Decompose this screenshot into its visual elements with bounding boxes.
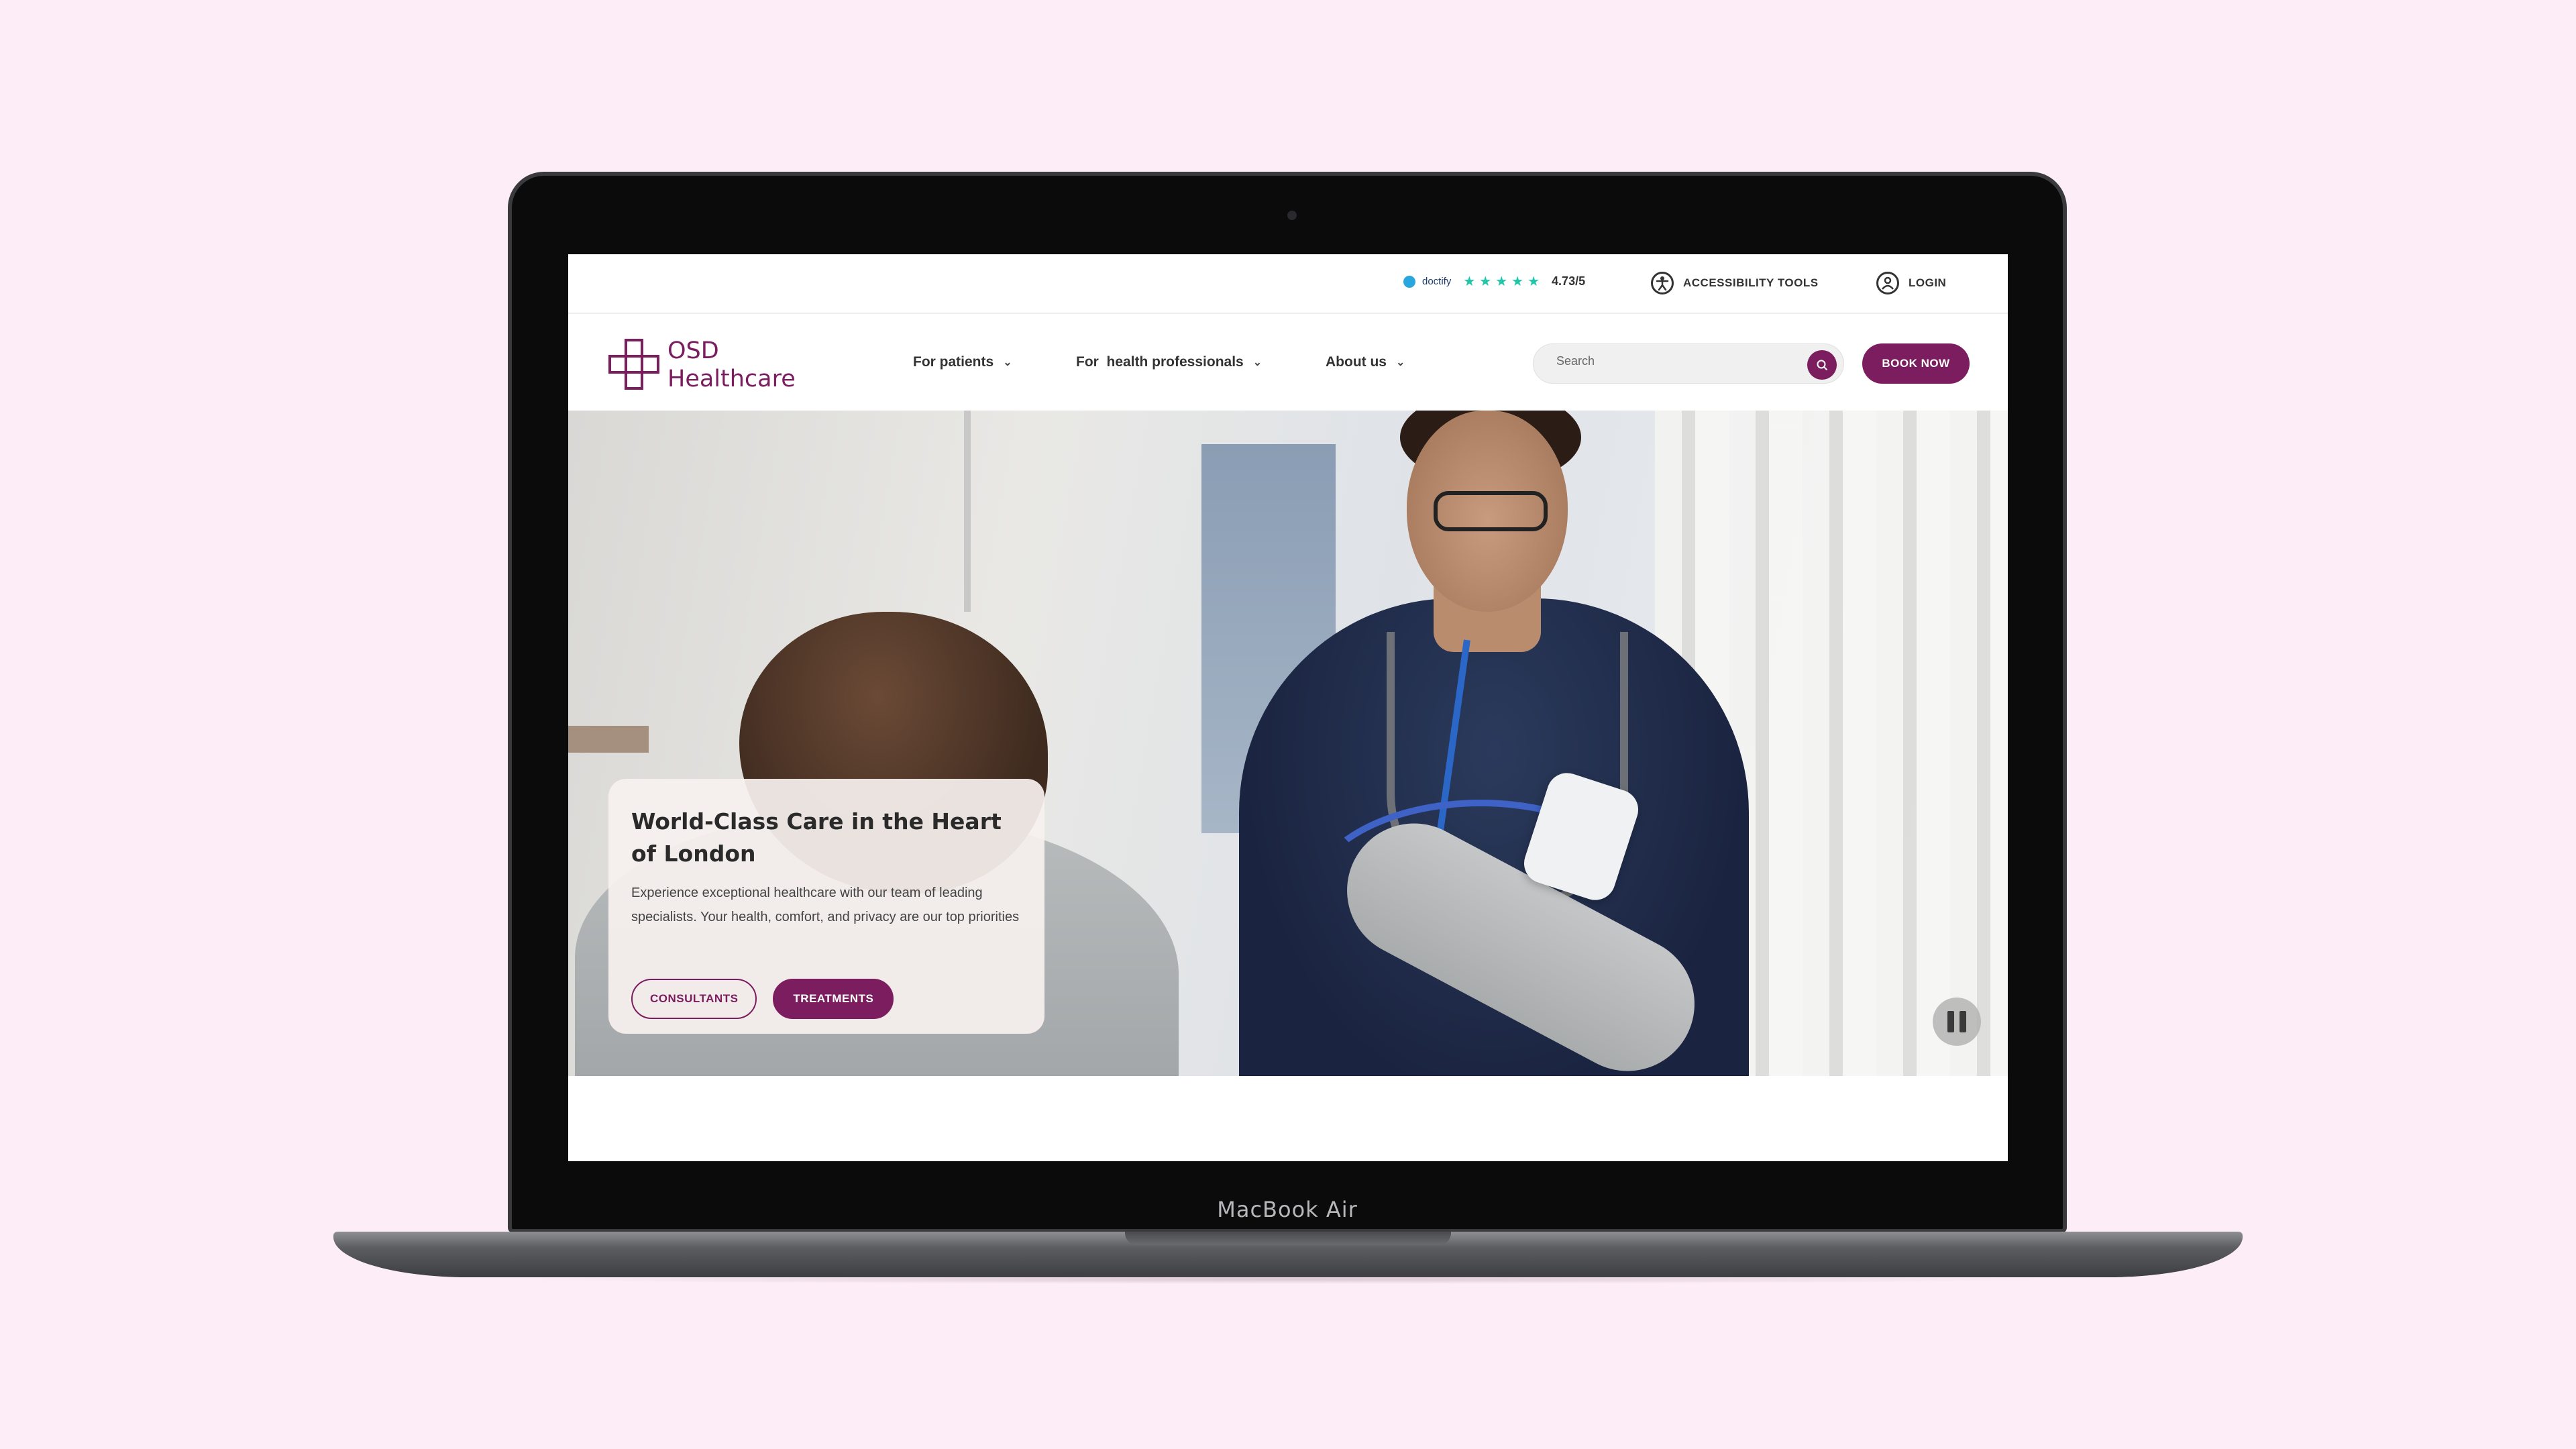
utility-bar: doctify ★ ★ ★ ★ ★ 4.73/5 ACCESSIBILITY T… <box>568 254 2008 314</box>
doctify-rating[interactable]: doctify ★ ★ ★ ★ ★ 4.73/5 <box>1403 274 1585 288</box>
brand-name-line1: OSD <box>667 337 719 364</box>
accessibility-label: ACCESSIBILITY TOOLS <box>1683 276 1819 289</box>
doctify-label: doctify <box>1422 276 1452 287</box>
chevron-down-icon: ⌄ <box>1252 357 1263 368</box>
nav-label: For patients <box>913 354 994 370</box>
laptop-base <box>333 1232 2243 1277</box>
hero-photo-glasses <box>1434 491 1548 531</box>
brand-name-line2: Healthcare <box>667 366 796 392</box>
search-box <box>1533 343 1844 384</box>
device-label: MacBook Air <box>1217 1197 1358 1222</box>
user-icon <box>1876 272 1899 294</box>
rating-stars: ★ ★ ★ ★ ★ <box>1463 275 1540 288</box>
login-link[interactable]: LOGIN <box>1876 272 1946 294</box>
hero-title: World-Class Care in the Heart of London <box>631 808 1002 867</box>
nav-label: For health professionals <box>1076 354 1244 370</box>
consultants-button[interactable]: CONSULTANTS <box>631 979 757 1019</box>
search-icon <box>1817 360 1827 370</box>
base-notch <box>1125 1232 1451 1245</box>
pause-icon <box>1947 1011 1954 1032</box>
nav-label: About us <box>1326 354 1387 370</box>
chevron-down-icon: ⌄ <box>1003 357 1012 368</box>
cross-logo-icon <box>608 339 659 390</box>
pause-button[interactable] <box>1933 998 1981 1046</box>
treatments-button[interactable]: TREATMENTS <box>773 979 894 1019</box>
star-icon: ★ <box>1511 274 1524 289</box>
nav-for-health-professionals[interactable]: For health professionals ⌄ <box>1076 354 1262 370</box>
hero-banner: World-Class Care in the Heart of London … <box>568 411 2008 1076</box>
rating-value: 4.73/5 <box>1552 274 1586 288</box>
login-label: LOGIN <box>1909 276 1947 289</box>
browser-screen: doctify ★ ★ ★ ★ ★ 4.73/5 ACCESSIBILITY T… <box>568 254 2008 1161</box>
doctify-logo-icon <box>1403 275 1415 288</box>
base-shadow <box>510 1275 2066 1284</box>
star-icon: ★ <box>1527 274 1540 289</box>
camera <box>1287 211 1297 220</box>
accessibility-icon <box>1651 272 1674 294</box>
nav-about-us[interactable]: About us ⌄ <box>1326 354 1405 370</box>
star-icon: ★ <box>1463 274 1476 289</box>
hero-description: Experience exceptional healthcare with o… <box>631 885 1020 924</box>
nav-for-patients[interactable]: For patients ⌄ <box>913 354 1012 370</box>
search-input[interactable] <box>1556 354 1798 368</box>
brand-logo[interactable]: OSD Healthcare <box>607 337 796 393</box>
chevron-down-icon: ⌄ <box>1395 357 1405 368</box>
book-now-button[interactable]: BOOK NOW <box>1862 343 1970 384</box>
star-icon: ★ <box>1495 274 1508 289</box>
accessibility-tools-link[interactable]: ACCESSIBILITY TOOLS <box>1651 272 1819 294</box>
main-nav: OSD Healthcare For patients ⌄ For health… <box>568 315 2008 411</box>
hero-buttons: CONSULTANTS TREATMENTS <box>631 979 894 1019</box>
hero-photo-iv-pole <box>964 411 971 612</box>
pause-icon <box>1960 1011 1966 1032</box>
hero-card: World-Class Care in the Heart of London … <box>608 779 1044 1034</box>
hero-photo-shelf <box>568 726 649 753</box>
search-button[interactable] <box>1807 350 1837 380</box>
star-icon: ★ <box>1479 274 1492 289</box>
